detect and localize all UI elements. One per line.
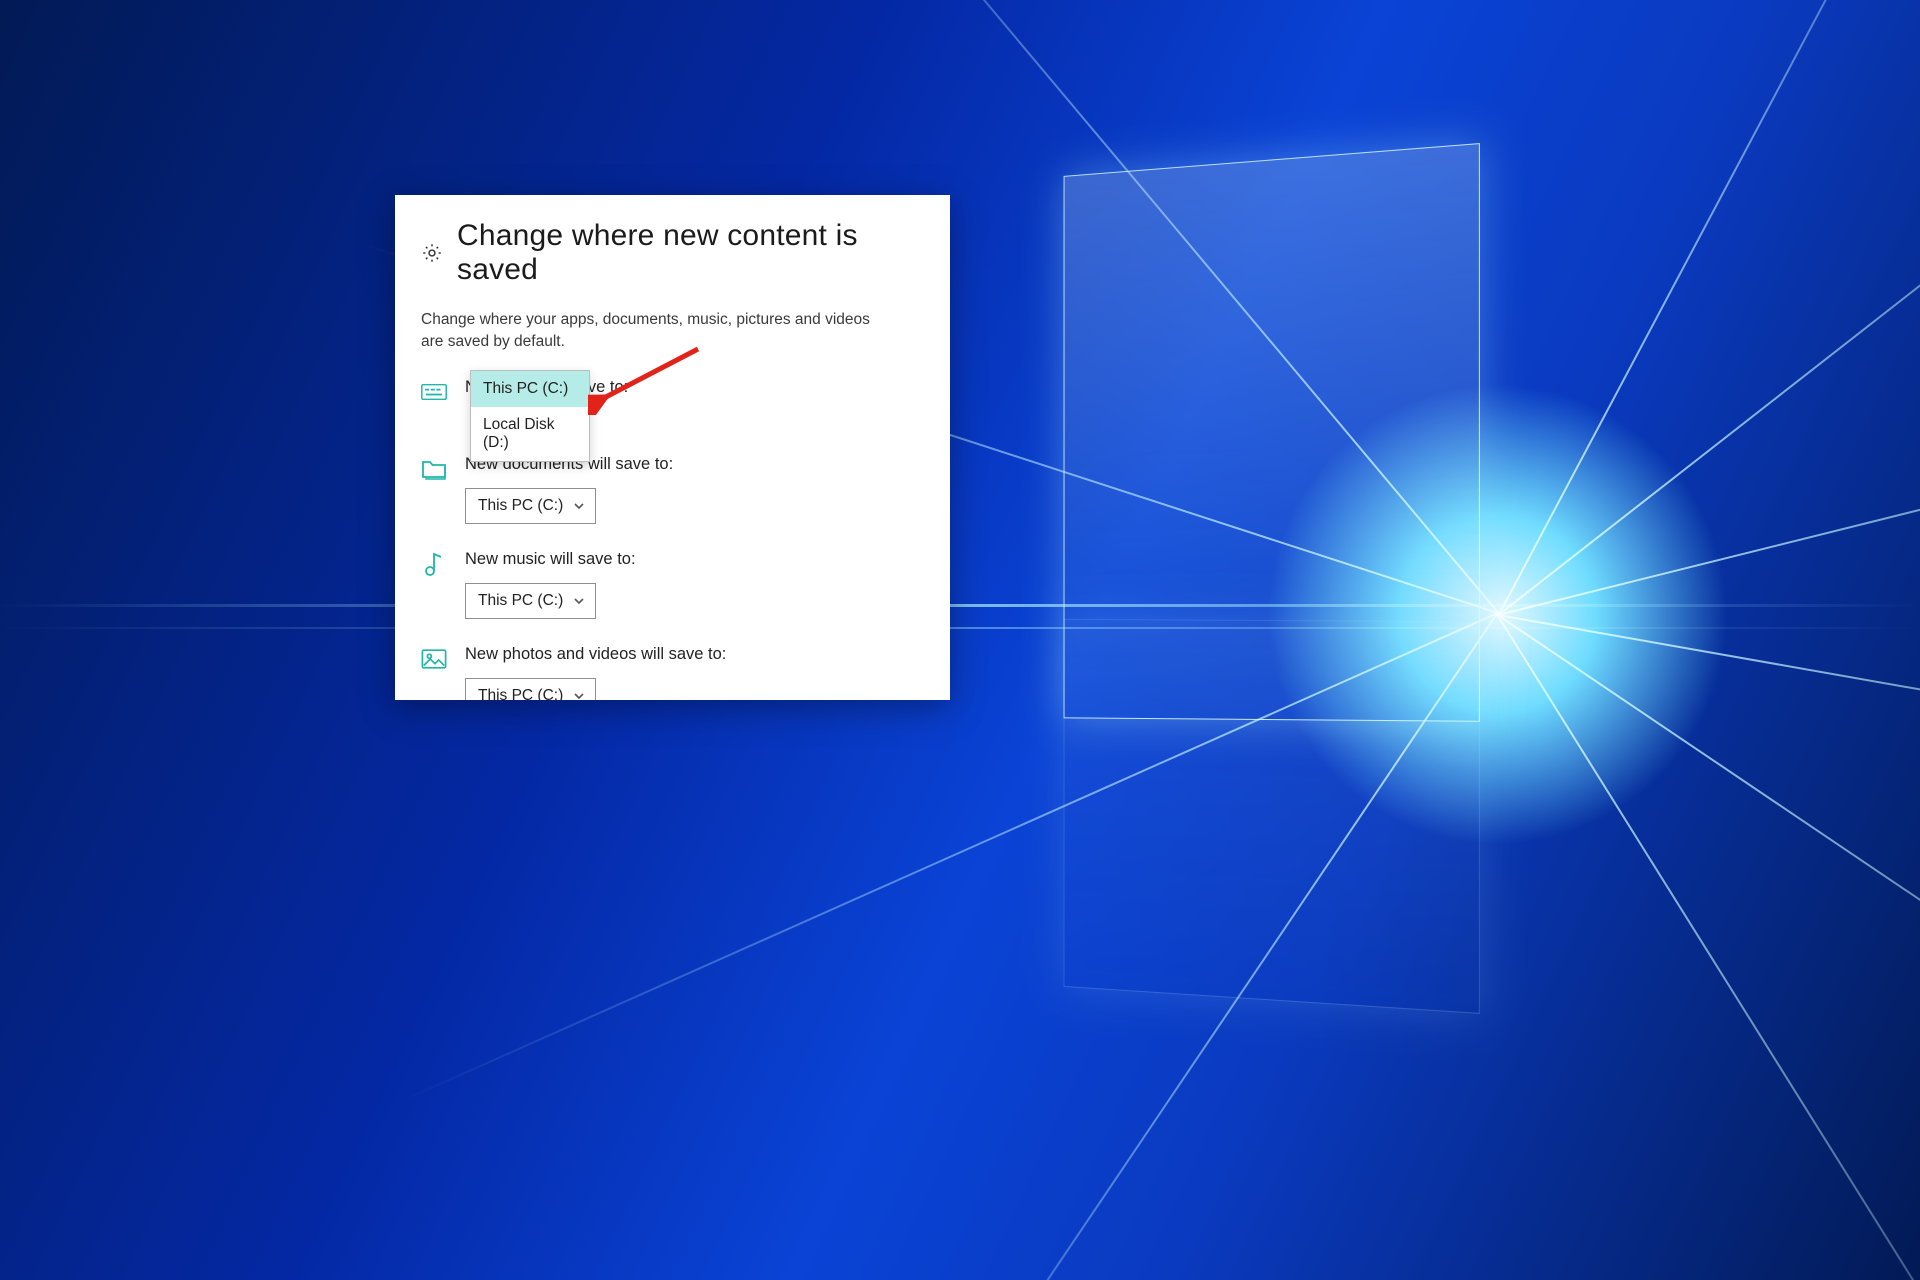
page-description: Change where your apps, documents, music… bbox=[421, 309, 891, 354]
music-icon bbox=[421, 551, 447, 577]
page-title: Change where new content is saved bbox=[457, 219, 924, 287]
dropdown-option-local-disk-d[interactable]: Local Disk (D:) bbox=[471, 407, 589, 461]
setting-photos: New photos and videos will save to: This… bbox=[421, 645, 924, 700]
documents-save-location-dropdown[interactable]: This PC (C:) bbox=[465, 488, 596, 524]
photos-save-location-dropdown[interactable]: This PC (C:) bbox=[465, 678, 596, 700]
gear-icon bbox=[421, 242, 443, 264]
titlebar: Change where new content is saved bbox=[421, 219, 924, 287]
apps-icon bbox=[421, 379, 447, 405]
desktop-wallpaper bbox=[0, 0, 1920, 1280]
dropdown-value: This PC (C:) bbox=[478, 592, 563, 610]
setting-music: New music will save to: This PC (C:) bbox=[421, 550, 924, 619]
music-save-location-dropdown[interactable]: This PC (C:) bbox=[465, 583, 596, 619]
photos-icon bbox=[421, 646, 447, 672]
documents-icon bbox=[421, 456, 447, 482]
setting-documents: New documents will save to: This PC (C:) bbox=[421, 455, 924, 524]
chevron-down-icon bbox=[573, 690, 585, 700]
chevron-down-icon bbox=[573, 595, 585, 607]
apps-save-location-dropdown-list[interactable]: This PC (C:) Local Disk (D:) bbox=[470, 370, 590, 462]
setting-photos-label: New photos and videos will save to: bbox=[465, 645, 924, 664]
chevron-down-icon bbox=[573, 500, 585, 512]
dropdown-value: This PC (C:) bbox=[478, 497, 563, 515]
setting-music-label: New music will save to: bbox=[465, 550, 924, 569]
dropdown-option-this-pc-c[interactable]: This PC (C:) bbox=[471, 371, 589, 407]
dropdown-value: This PC (C:) bbox=[478, 687, 563, 700]
